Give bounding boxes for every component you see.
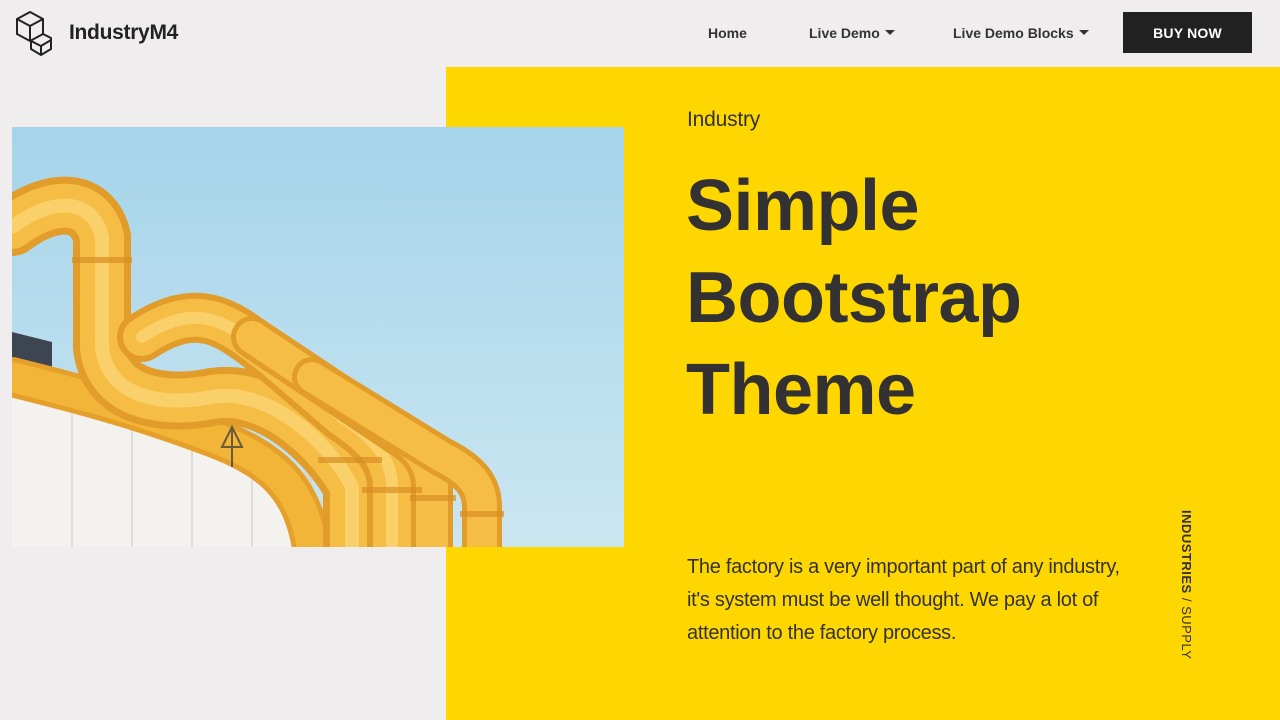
nav-live-demo-blocks[interactable]: Live Demo Blocks — [953, 24, 1089, 42]
nav-live-demo-blocks-label: Live Demo Blocks — [953, 25, 1074, 41]
brand-link[interactable]: IndustryM4 — [13, 9, 178, 57]
nav-live-demo-label: Live Demo — [809, 25, 880, 41]
nav-home-label: Home — [708, 25, 747, 41]
nav-home[interactable]: Home — [708, 24, 747, 42]
headline-line: Simple — [686, 166, 920, 246]
buy-now-button[interactable]: BUY NOW — [1123, 12, 1252, 53]
tag-supply: SUPPLY — [1179, 606, 1194, 660]
brand-name: IndustryM4 — [69, 21, 179, 44]
caret-down-icon — [884, 29, 895, 35]
vertical-category-tag: INDUSTRIES / SUPPLY — [1179, 510, 1194, 659]
navbar: IndustryM4 Home Live Demo Live Demo Bloc… — [0, 0, 1280, 67]
nav-live-demo[interactable]: Live Demo — [809, 24, 895, 42]
tag-separator: / — [1179, 593, 1194, 607]
cubes-logo-icon — [16, 11, 52, 56]
hero-headline: Simple Bootstrap Theme — [686, 160, 1022, 436]
headline-line: Bootstrap — [686, 258, 1022, 338]
tag-industries: INDUSTRIES — [1179, 510, 1194, 594]
hero-eyebrow: Industry — [687, 108, 761, 131]
yellow-industrial-pipes-photo — [12, 127, 624, 547]
hero-lead-paragraph: The factory is a very important part of … — [687, 556, 1120, 644]
pipes-illustration — [12, 127, 624, 547]
headline-line: Theme — [686, 350, 916, 430]
caret-down-icon — [1078, 29, 1089, 35]
